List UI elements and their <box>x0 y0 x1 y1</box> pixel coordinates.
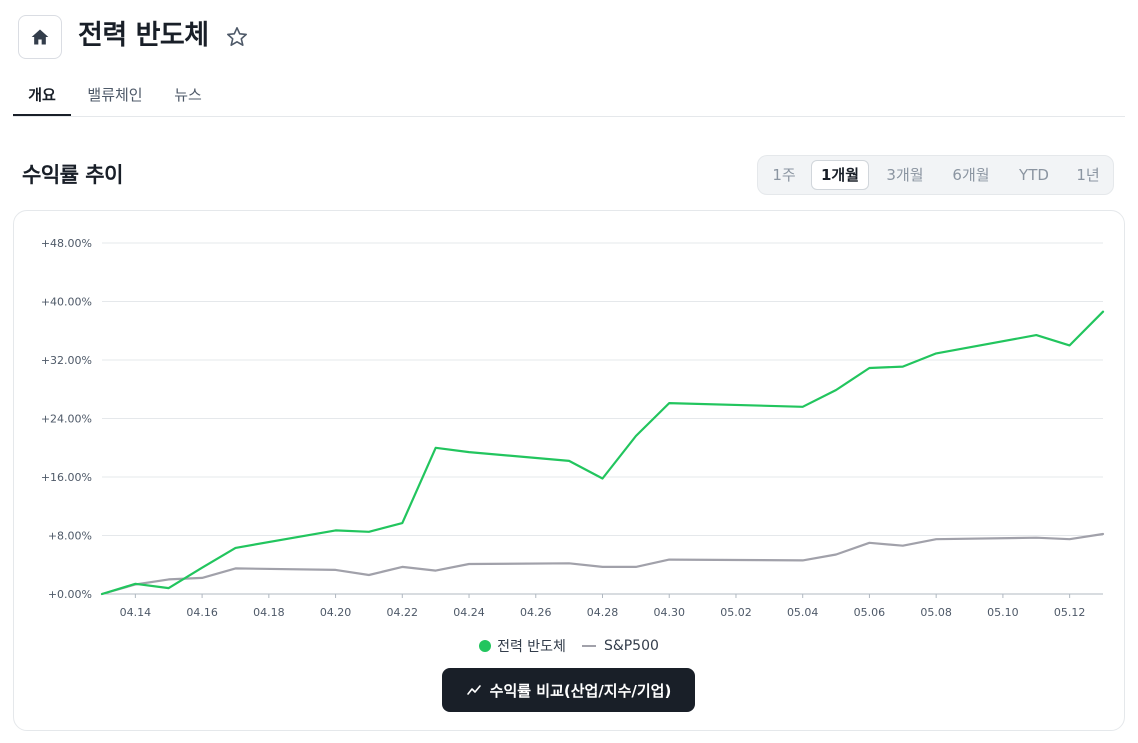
x-tick-label: 04.24 <box>453 606 485 619</box>
compare-button-label: 수익률 비교(산업/지수/기업) <box>489 681 672 700</box>
legend-label: S&P500 <box>603 638 659 654</box>
x-tick-label: 04.28 <box>587 606 619 619</box>
y-tick-label: +48.00% <box>41 237 92 250</box>
legend-swatch <box>479 640 492 652</box>
compare-returns-button[interactable]: 수익률 비교(산업/지수/기업) <box>442 668 695 712</box>
x-tick-label: 05.04 <box>787 606 819 619</box>
x-tick-label: 04.20 <box>320 606 352 619</box>
y-tick-label: +8.00% <box>48 530 92 543</box>
x-tick-label: 05.08 <box>920 606 952 619</box>
y-tick-label: +0.00% <box>48 588 92 601</box>
x-tick-label: 04.14 <box>120 606 152 619</box>
x-tick-label: 04.18 <box>253 606 285 619</box>
x-tick-label: 04.22 <box>387 606 419 619</box>
legend-item-sp500[interactable]: S&P500 <box>581 638 659 654</box>
x-tick-label: 04.26 <box>520 606 552 619</box>
legend-swatch <box>581 645 596 647</box>
chart-legend: 전력 반도체 S&P500 <box>0 634 1138 658</box>
series-line-power-semi <box>100 310 1105 596</box>
legend-label: 전력 반도체 <box>497 639 566 655</box>
y-tick-label: +24.00% <box>41 413 92 426</box>
x-tick-label: 05.02 <box>720 606 752 619</box>
y-tick-label: +32.00% <box>41 354 92 367</box>
x-tick-label: 05.06 <box>854 606 886 619</box>
x-tick-label: 05.12 <box>1054 606 1086 619</box>
legend-item-power-semi[interactable]: 전력 반도체 <box>479 636 566 656</box>
x-tick-label: 05.10 <box>987 606 1019 619</box>
return-chart: +0.00% +8.00% +16.00% +24.00% +32.00% +40.00%… <box>41 237 1105 619</box>
x-tick-label: 04.16 <box>186 606 218 619</box>
y-tick-label: +40.00% <box>41 296 92 309</box>
series-line-sp500 <box>100 532 1105 596</box>
x-tick-label: 04.30 <box>653 606 685 619</box>
trend-line-icon <box>466 685 481 695</box>
y-tick-label: +16.00% <box>41 471 92 484</box>
